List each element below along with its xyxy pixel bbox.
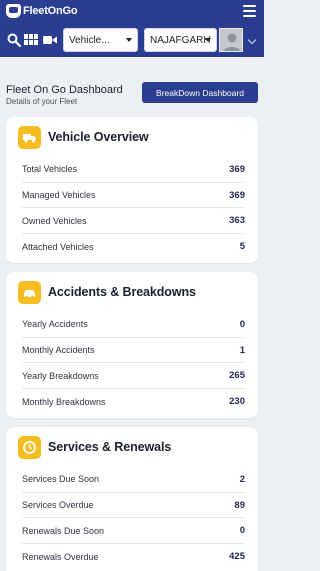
vehicle-overview-card: Vehicle Overview Total Vehicles 369 Mana… xyxy=(6,117,258,263)
card-title: Vehicle Overview xyxy=(48,130,149,144)
search-icon[interactable] xyxy=(7,33,21,47)
services-renewals-card: Services & Renewals Services Due Soon 2 … xyxy=(6,427,258,571)
hamburger-menu-icon[interactable] xyxy=(243,5,256,17)
video-camera-icon[interactable] xyxy=(43,33,57,47)
list-item[interactable]: Yearly Accidents 0 xyxy=(22,312,245,338)
page-title: Fleet On Go Dashboard xyxy=(6,84,123,96)
card-header: Vehicle Overview xyxy=(18,124,149,150)
row-value: 89 xyxy=(234,499,245,511)
grid-view-icon[interactable] xyxy=(24,33,38,47)
breakdown-dashboard-button[interactable]: BreakDown Dashboard xyxy=(142,82,258,103)
row-label: Monthly Accidents xyxy=(22,345,95,356)
row-label: Yearly Breakdowns xyxy=(22,370,99,381)
card-header: Services & Renewals xyxy=(18,434,171,460)
row-label: Monthly Breakdowns xyxy=(22,396,106,407)
stats-list: Services Due Soon 2 Services Overdue 89 … xyxy=(22,467,245,570)
row-label: Yearly Accidents xyxy=(22,319,88,330)
row-value: 363 xyxy=(229,215,245,227)
row-value: 425 xyxy=(229,551,245,563)
stats-list: Total Vehicles 369 Managed Vehicles 369 … xyxy=(22,157,245,260)
list-item[interactable]: Attached Vehicles 5 xyxy=(22,234,245,260)
list-item[interactable]: Renewals Overdue 425 xyxy=(22,544,245,570)
list-item[interactable]: Managed Vehicles 369 xyxy=(22,183,245,209)
list-item[interactable]: Renewals Due Soon 0 xyxy=(22,518,245,545)
row-value: 369 xyxy=(229,189,245,201)
row-value: 230 xyxy=(229,396,245,408)
accidents-breakdowns-card: Accidents & Breakdowns Yearly Accidents … xyxy=(6,272,258,418)
toolbar: Vehicle... NAJAFGARH xyxy=(0,23,264,57)
list-item[interactable]: Services Overdue 89 xyxy=(22,493,245,519)
row-label: Renewals Overdue xyxy=(22,551,99,562)
car-crash-icon xyxy=(18,280,41,304)
row-label: Total Vehicles xyxy=(22,164,78,175)
chevron-down-icon xyxy=(205,38,211,42)
stats-list: Yearly Accidents 0 Monthly Accidents 1 Y… xyxy=(22,312,245,415)
top-bar: FleetOnGo xyxy=(0,0,264,23)
row-value: 2 xyxy=(239,473,245,485)
user-menu-chevron-icon[interactable] xyxy=(247,35,257,45)
truck-icon xyxy=(18,125,41,149)
row-label: Services Overdue xyxy=(22,500,94,511)
row-value: 0 xyxy=(239,318,245,330)
chevron-down-icon xyxy=(126,38,132,42)
list-item[interactable]: Monthly Breakdowns 230 xyxy=(22,389,245,415)
row-value: 0 xyxy=(239,525,245,537)
row-value: 265 xyxy=(229,370,245,382)
row-label: Owned Vehicles xyxy=(22,215,87,226)
row-label: Managed Vehicles xyxy=(22,190,96,201)
vehicle-select[interactable]: Vehicle... xyxy=(63,28,138,52)
row-label: Attached Vehicles xyxy=(22,241,94,252)
list-item[interactable]: Yearly Breakdowns 265 xyxy=(22,363,245,390)
location-select[interactable]: NAJAFGARH xyxy=(144,28,217,52)
list-item[interactable]: Monthly Accidents 1 xyxy=(22,338,245,364)
list-item[interactable]: Total Vehicles 369 xyxy=(22,157,245,183)
list-item[interactable]: Owned Vehicles 363 xyxy=(22,208,245,235)
card-title: Services & Renewals xyxy=(48,440,172,454)
avatar[interactable] xyxy=(219,28,243,52)
card-title: Accidents & Breakdowns xyxy=(48,285,196,299)
row-label: Services Due Soon xyxy=(22,474,100,485)
app-logo[interactable]: FleetOnGo xyxy=(6,3,78,19)
row-label: Renewals Due Soon xyxy=(22,525,105,536)
location-select-value: NAJAFGARH xyxy=(150,34,211,46)
vehicle-select-value: Vehicle... xyxy=(69,34,110,46)
row-value: 5 xyxy=(239,241,245,253)
logo-icon xyxy=(6,4,21,18)
clock-icon xyxy=(18,435,41,459)
user-avatar-icon xyxy=(220,29,242,51)
row-value: 1 xyxy=(239,344,245,356)
page-subtitle: Details of your Fleet xyxy=(6,97,78,106)
card-header: Accidents & Breakdowns xyxy=(18,279,196,305)
logo-text: FleetOnGo xyxy=(23,5,78,17)
row-value: 369 xyxy=(229,163,245,175)
list-item[interactable]: Services Due Soon 2 xyxy=(22,467,245,493)
